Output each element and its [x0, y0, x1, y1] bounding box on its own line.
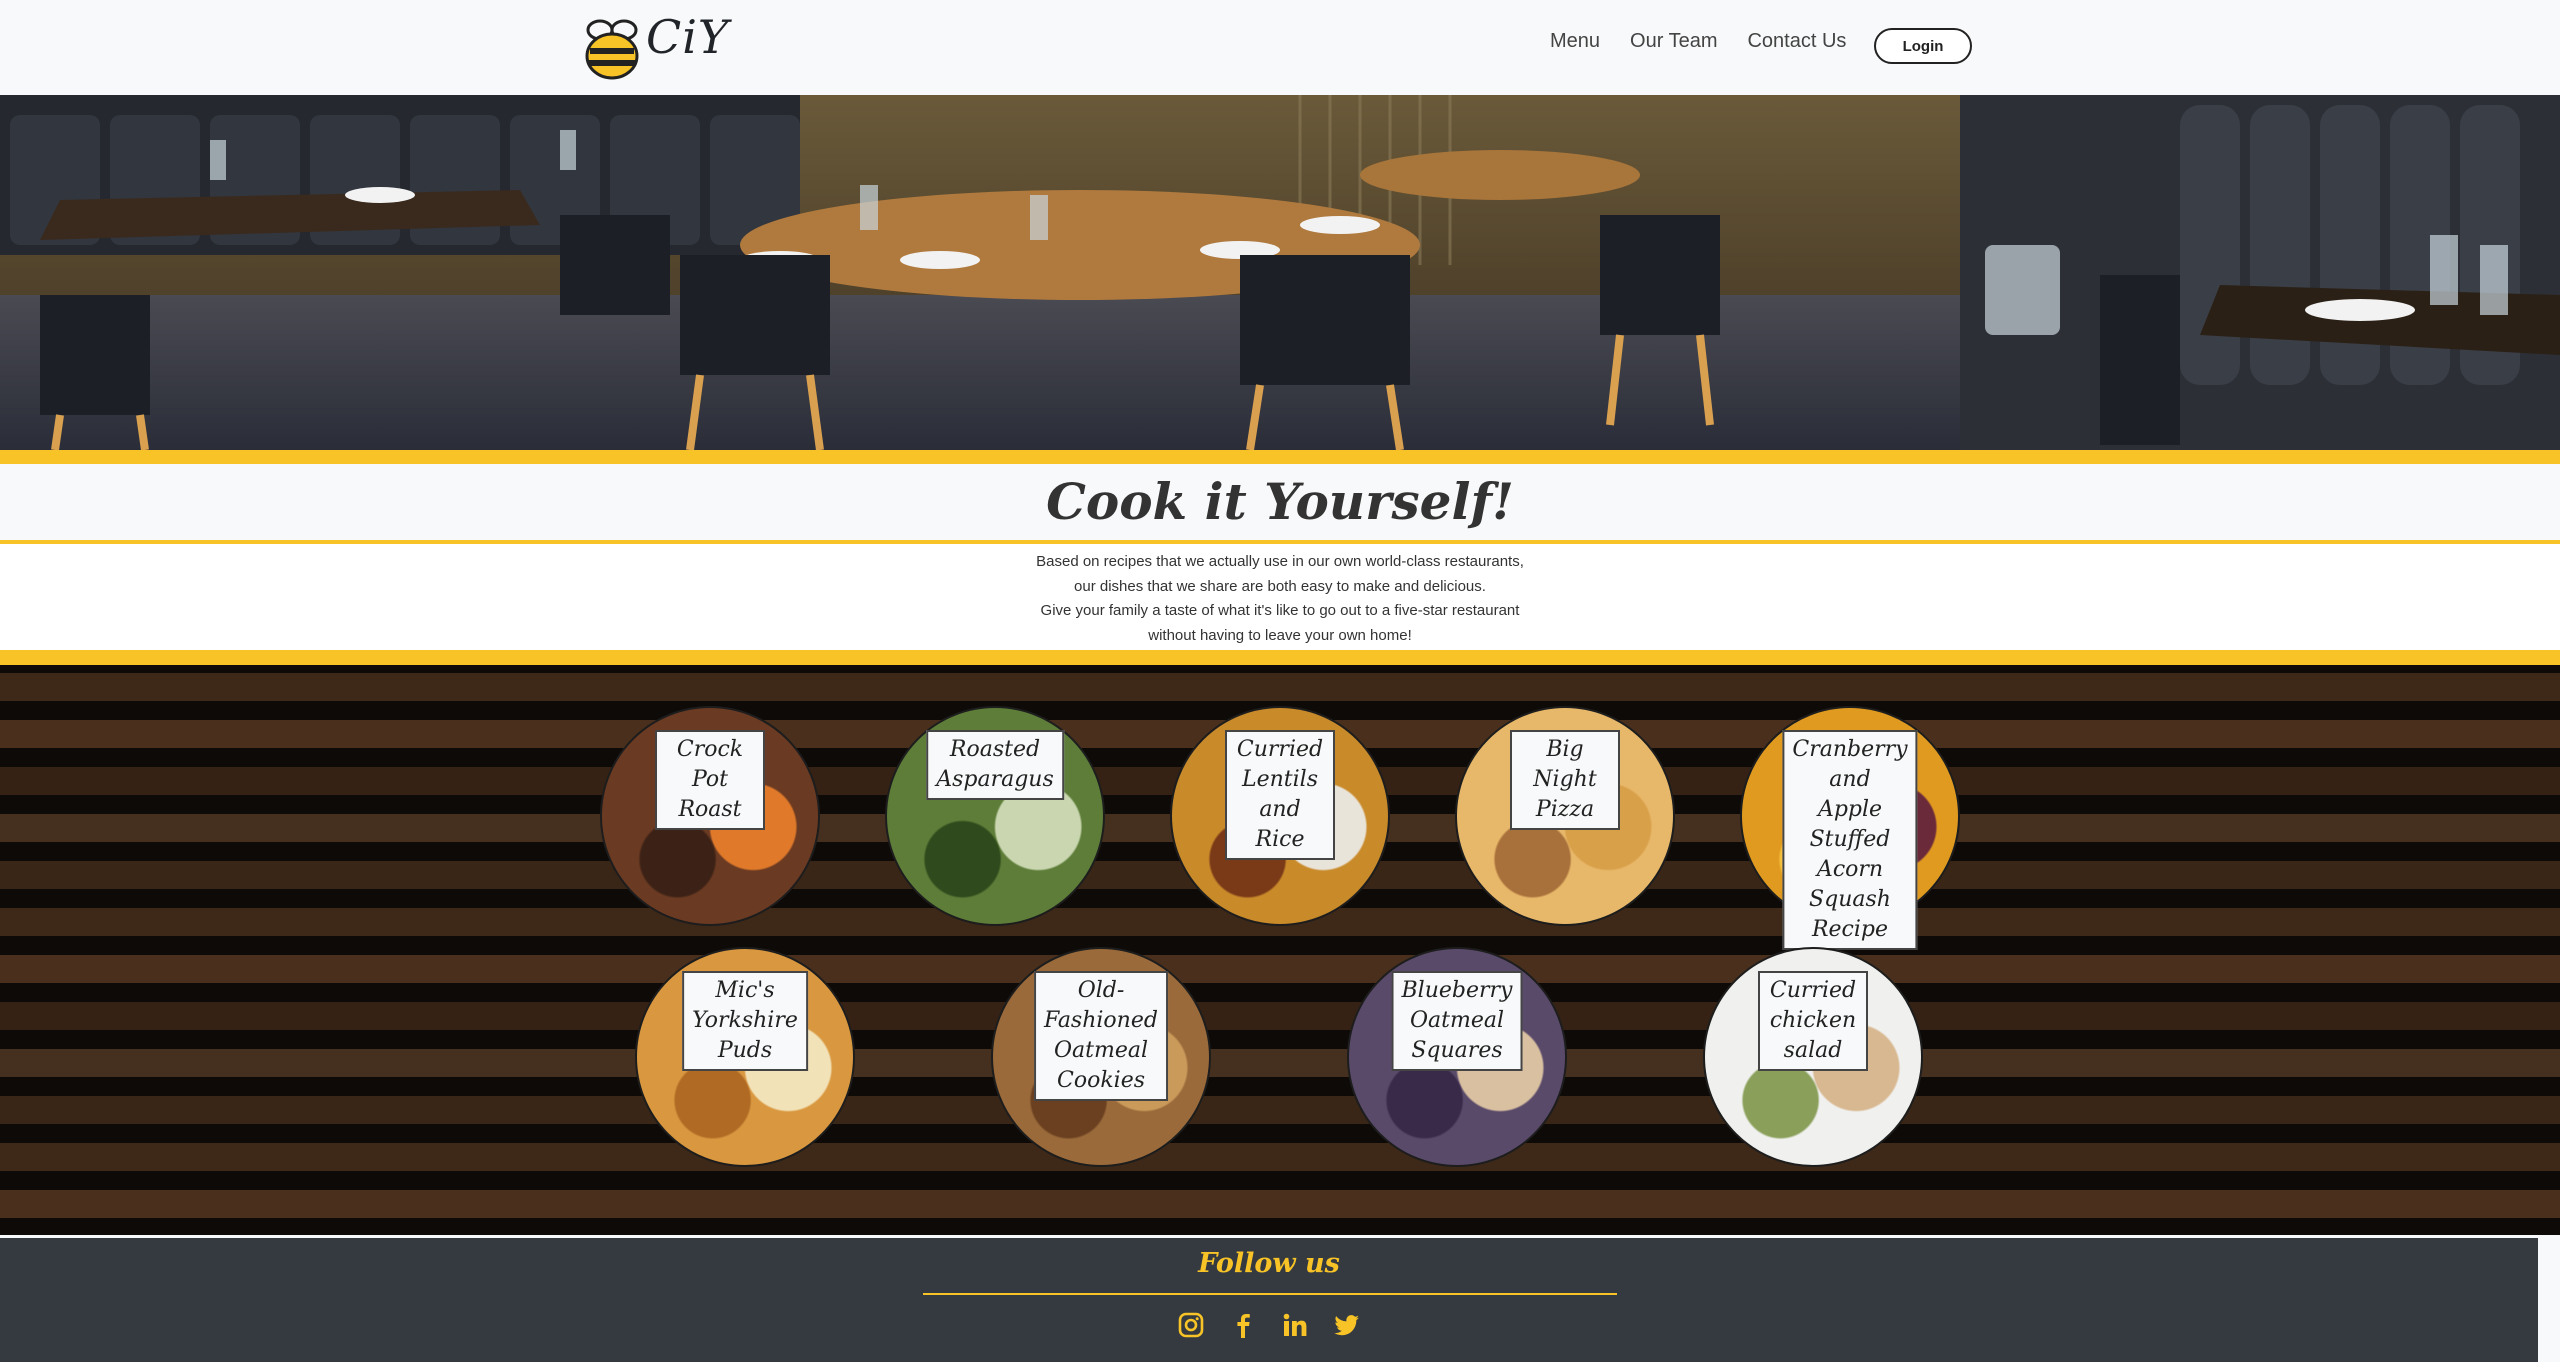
recipe-title[interactable]: Crock Pot Roast — [655, 730, 765, 830]
title-band: Cook it Yourself! — [0, 464, 2560, 540]
nav-links: Menu Our Team Contact Us — [1550, 30, 1876, 53]
recipe-card[interactable]: Cranberry and Apple Stuffed Acorn Squash… — [1740, 706, 1960, 950]
recipe-card[interactable]: Curried Lentils and Rice — [1170, 706, 1390, 926]
wood-plank — [0, 1143, 2560, 1171]
accent-stripe — [0, 450, 2560, 464]
recipe-card[interactable]: Roasted Asparagus — [885, 706, 1105, 926]
wood-plank — [0, 955, 2560, 983]
nav-link-menu[interactable]: Menu — [1550, 30, 1600, 53]
twitter-icon[interactable] — [1332, 1310, 1362, 1340]
page-edge — [2538, 1238, 2560, 1362]
nav-link-our-team[interactable]: Our Team — [1630, 30, 1717, 53]
instagram-icon[interactable] — [1176, 1310, 1206, 1340]
intro-line: our dishes that we share are both easy t… — [1074, 577, 1486, 595]
bee-icon — [585, 19, 639, 80]
recipe-card[interactable]: Big Night Pizza — [1455, 706, 1675, 926]
recipes-section: Crock Pot Roast Roasted Asparagus Currie… — [0, 665, 2560, 1235]
recipe-title[interactable]: Big Night Pizza — [1510, 730, 1620, 830]
brand-name: CiY — [646, 10, 730, 64]
linkedin-icon[interactable] — [1280, 1310, 1310, 1340]
recipe-title[interactable]: Cranberry and Apple Stuffed Acorn Squash… — [1782, 730, 1918, 950]
nav-link-contact-us[interactable]: Contact Us — [1747, 30, 1846, 53]
page-title: Cook it Yourself! — [1046, 472, 1514, 531]
wood-plank — [0, 673, 2560, 701]
wood-plank — [0, 1096, 2560, 1124]
recipe-card[interactable]: Mic's Yorkshire Puds — [635, 947, 855, 1167]
footer: Follow us — [0, 1238, 2538, 1362]
recipe-title[interactable]: Mic's Yorkshire Puds — [682, 971, 808, 1071]
wood-plank — [0, 1002, 2560, 1030]
social-links — [0, 1310, 2538, 1340]
accent-stripe — [0, 650, 2560, 665]
recipe-card[interactable]: Curried chicken salad — [1703, 947, 1923, 1167]
recipe-title[interactable]: Blueberry Oatmeal Squares — [1391, 971, 1523, 1071]
recipe-title[interactable]: Roasted Asparagus — [926, 730, 1064, 800]
recipe-card[interactable]: Old-Fashioned Oatmeal Cookies — [991, 947, 1211, 1167]
login-button[interactable]: Login — [1874, 28, 1972, 64]
footer-title: Follow us — [1198, 1248, 1340, 1279]
intro-line: Based on recipes that we actually use in… — [1036, 553, 1524, 570]
recipe-title[interactable]: Old-Fashioned Oatmeal Cookies — [1034, 971, 1168, 1101]
wood-plank — [0, 1049, 2560, 1077]
facebook-icon[interactable] — [1228, 1310, 1258, 1340]
intro-line: Give your family a taste of what it's li… — [1040, 602, 1520, 619]
brand-logo[interactable]: CiY — [580, 10, 728, 80]
intro-section: Based on recipes that we actually use in… — [0, 544, 2560, 650]
recipe-title[interactable]: Curried Lentils and Rice — [1225, 730, 1335, 860]
hero-image — [0, 95, 2560, 450]
recipe-card[interactable]: Blueberry Oatmeal Squares — [1347, 947, 1567, 1167]
recipe-title[interactable]: Curried chicken salad — [1758, 971, 1868, 1071]
intro-line: without having to leave your own home! — [1148, 626, 1412, 644]
wood-plank — [0, 1190, 2560, 1218]
recipe-card[interactable]: Crock Pot Roast — [600, 706, 820, 926]
navbar: CiY Menu Our Team Contact Us Login — [0, 0, 2560, 95]
footer-divider — [923, 1293, 1617, 1295]
